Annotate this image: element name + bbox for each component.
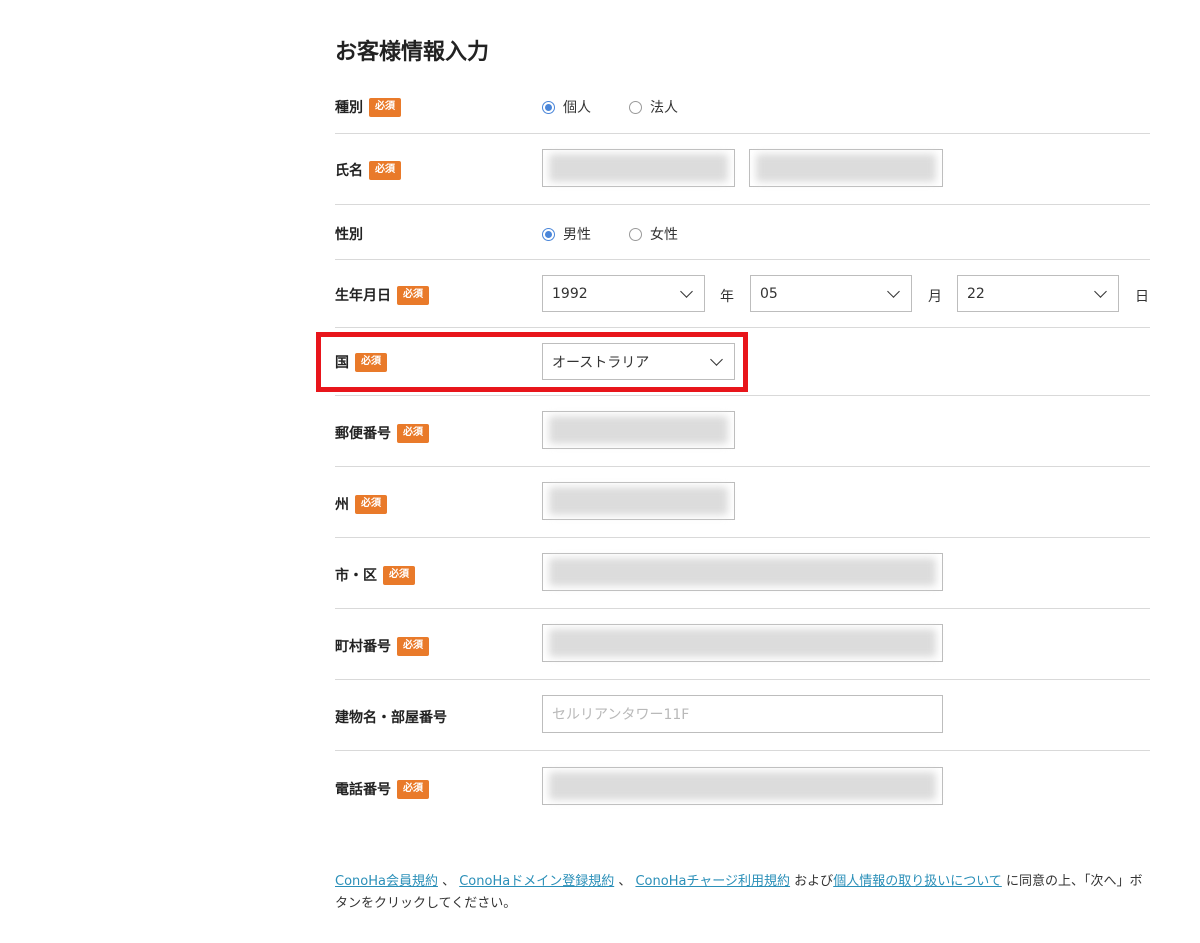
terms-agreement-text: ConoHa会員規約 、 ConoHaドメイン登録規約 、 ConoHaチャージ…: [335, 874, 1143, 911]
privacy-link[interactable]: 個人情報の取り扱いについて: [833, 874, 1002, 889]
street-number-input[interactable]: [542, 624, 943, 662]
member-terms-link[interactable]: ConoHa会員規約: [335, 874, 438, 889]
required-badge: 必須: [355, 494, 387, 514]
last-name-input[interactable]: [542, 149, 735, 187]
building-placeholder: セルリアンタワー11F: [552, 707, 690, 723]
month-unit: 月: [928, 289, 942, 305]
chevron-down-icon: [680, 284, 693, 298]
radio-unchecked-icon[interactable]: [629, 227, 642, 241]
year-unit: 年: [720, 289, 734, 305]
birth-year-select[interactable]: 1992: [542, 275, 705, 312]
row-name: 氏名 必須: [335, 134, 1150, 205]
row-gender: 性別 男性 女性: [335, 205, 1150, 260]
birthdate-label: 生年月日: [335, 288, 391, 304]
state-label: 州: [335, 497, 349, 513]
domain-terms-link[interactable]: ConoHaドメイン登録規約: [459, 874, 614, 889]
gender-option-female[interactable]: 女性: [629, 224, 678, 244]
chevron-down-icon: [1094, 284, 1107, 298]
radio-unchecked-icon[interactable]: [629, 100, 642, 114]
gender-radio-group: 男性 女性: [542, 224, 716, 244]
state-input[interactable]: [542, 482, 735, 520]
row-type: 種別 必須 個人 法人: [335, 78, 1150, 134]
required-badge: 必須: [397, 285, 429, 305]
required-badge: 必須: [369, 97, 401, 117]
type-radio-group: 個人 法人: [542, 97, 716, 117]
required-badge: 必須: [397, 779, 429, 799]
charge-terms-link[interactable]: ConoHaチャージ利用規約: [635, 874, 790, 889]
gender-label: 性別: [335, 227, 363, 243]
phone-label: 電話番号: [335, 782, 391, 798]
required-badge: 必須: [369, 160, 401, 180]
country-highlight-box: [316, 332, 748, 392]
row-state: 州 必須: [335, 467, 1150, 538]
row-phone: 電話番号 必須: [335, 751, 1150, 821]
phone-input[interactable]: [542, 767, 943, 805]
building-input[interactable]: セルリアンタワー11F: [542, 695, 943, 733]
row-birthdate: 生年月日 必須 1992 年 05 月 22 日: [335, 260, 1150, 328]
city-label: 市・区: [335, 568, 377, 584]
building-label: 建物名・部屋番号: [335, 710, 447, 726]
row-postal: 郵便番号 必須: [335, 396, 1150, 467]
row-building: 建物名・部屋番号 セルリアンタワー11F: [335, 680, 1150, 751]
type-option-corporate[interactable]: 法人: [629, 97, 678, 117]
chevron-down-icon: [887, 284, 900, 298]
radio-checked-icon[interactable]: [542, 100, 555, 114]
postal-label: 郵便番号: [335, 426, 391, 442]
first-name-input[interactable]: [749, 149, 943, 187]
type-label: 種別: [335, 100, 363, 116]
row-street: 町村番号 必須: [335, 609, 1150, 680]
day-unit: 日: [1135, 289, 1149, 305]
required-badge: 必須: [397, 423, 429, 443]
birth-month-select[interactable]: 05: [750, 275, 912, 312]
radio-checked-icon[interactable]: [542, 227, 555, 241]
name-label: 氏名: [335, 163, 363, 179]
postal-code-input[interactable]: [542, 411, 735, 449]
page-title: お客様情報入力: [335, 40, 490, 65]
row-city: 市・区 必須: [335, 538, 1150, 609]
gender-option-male[interactable]: 男性: [542, 224, 591, 244]
street-label: 町村番号: [335, 639, 391, 655]
birth-day-select[interactable]: 22: [957, 275, 1119, 312]
required-badge: 必須: [397, 636, 429, 656]
type-option-individual[interactable]: 個人: [542, 97, 591, 117]
city-input[interactable]: [542, 553, 943, 591]
required-badge: 必須: [383, 565, 415, 585]
